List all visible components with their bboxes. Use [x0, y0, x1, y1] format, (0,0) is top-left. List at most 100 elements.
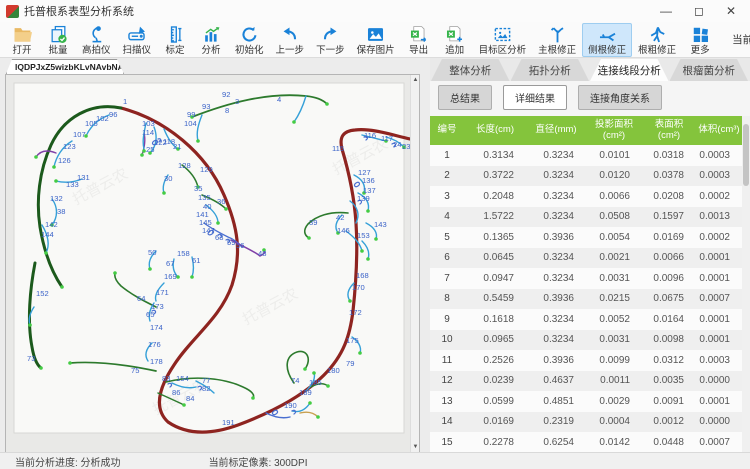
image-filename-tab[interactable]: lQDPJxZ5wizbKLvNAvbNA4... — [6, 59, 124, 74]
minimize-button[interactable]: — — [660, 5, 672, 17]
segment-number-label: 83 — [162, 374, 170, 383]
table-cell: 4 — [430, 207, 464, 228]
result-button-1[interactable]: 详细结果 — [503, 85, 567, 110]
table-cell: 0.0001 — [696, 391, 742, 412]
table-cell: 15 — [430, 432, 464, 453]
toolbar-open-button[interactable]: 打开 — [4, 23, 40, 57]
segment-number-label: 190 — [284, 401, 297, 410]
scanner-icon — [127, 25, 146, 44]
table-header-row: 编号长度(cm)直径(mm)投影面积 (cm²)表面积(cm²)体积(cm³) — [430, 116, 742, 145]
toolbar-open-label: 打开 — [12, 46, 31, 56]
table-row[interactable]: 120.02390.46370.00110.00350.0000 — [430, 371, 742, 392]
toolbar-main-root-fix-button[interactable]: 主根修正 — [532, 23, 582, 57]
segment-number-label: 146 — [337, 226, 350, 235]
segment-number-label: 191 — [222, 418, 235, 427]
image-scrollbar[interactable]: ▲ ▼ — [410, 75, 419, 452]
toolbar-scanner-label: 扫描仪 — [123, 46, 152, 56]
toolbar-analyze-button[interactable]: 分析 — [193, 23, 229, 57]
toolbar-root-width-fix-button[interactable]: 根粗修正 — [632, 23, 682, 57]
analyze-chart-icon — [202, 25, 221, 44]
toolbar-more-button[interactable]: 更多 — [682, 23, 718, 57]
toolbar-scanner-button[interactable]: 扫描仪 — [117, 23, 158, 57]
toolbar-lateral-root-fix-button[interactable]: 侧根修正 — [582, 23, 632, 57]
table-row[interactable]: 80.54590.39360.02150.06750.0007 — [430, 289, 742, 310]
table-cell: 0.1597 — [642, 207, 696, 228]
table-cell: 0.0239 — [464, 371, 526, 392]
analysis-progress-status: 当前分析进度: 分析成功 — [15, 454, 121, 469]
segment-number-label: 153 — [357, 231, 370, 240]
toolbar-prev-step-button[interactable]: 上一步 — [270, 23, 311, 57]
undo-arrow-icon — [280, 25, 299, 44]
table-cell: 0.0004 — [586, 412, 642, 433]
segment-number-label: 59 — [227, 238, 235, 247]
table-row[interactable]: 20.37220.32340.01200.03780.0003 — [430, 166, 742, 187]
analysis-panel: 整体分析拓扑分析连接线段分析根瘤菌分析 总结果详细结果连接角度关系 编号长度(c… — [430, 58, 750, 453]
target-area-icon — [493, 25, 512, 44]
close-button[interactable]: ✕ — [726, 5, 736, 17]
table-cell: 0.0120 — [586, 166, 642, 187]
toolbar-doc-camera-button[interactable]: 高拍仪 — [76, 23, 117, 57]
toolbar-export-button[interactable]: 导出 — [401, 23, 437, 57]
toolbar-prev-step-label: 上一步 — [276, 46, 305, 56]
table-scrollbar[interactable] — [742, 116, 750, 453]
tab-analysis-2[interactable]: 连接线段分析 — [590, 59, 669, 81]
table-cell: 10 — [430, 330, 464, 351]
segment-number-label: 174 — [150, 323, 163, 332]
table-cell: 0.0645 — [464, 248, 526, 269]
table-cell: 0.3234 — [526, 268, 586, 289]
table-cell: 0.4637 — [526, 371, 586, 392]
table-cell: 0.0001 — [696, 330, 742, 351]
toolbar-save-image-button[interactable]: 保存图片 — [351, 23, 401, 57]
segment-number-label: 116 — [364, 131, 376, 140]
table-row[interactable]: 41.57220.32340.05080.15970.0013 — [430, 207, 742, 228]
scroll-up-icon[interactable]: ▲ — [411, 75, 420, 85]
toolbar-append-button[interactable]: 追加 — [437, 23, 473, 57]
table-row[interactable]: 70.09470.32340.00310.00960.0001 — [430, 268, 742, 289]
result-button-2[interactable]: 连接角度关系 — [578, 85, 662, 110]
table-cell: 0.0448 — [642, 432, 696, 453]
tab-analysis-3[interactable]: 根瘤菌分析 — [670, 59, 749, 81]
toolbar-target-area-label: 目标区分析 — [479, 46, 527, 56]
table-cell: 0.0021 — [586, 248, 642, 269]
folder-icon — [13, 25, 32, 44]
segment-number-label: 73 — [27, 354, 35, 363]
table-row[interactable]: 90.16180.32340.00520.01640.0001 — [430, 309, 742, 330]
toolbar-batch-label: 批量 — [48, 46, 67, 56]
segment-number-label: 93 — [202, 102, 210, 111]
table-cell: 0.0098 — [642, 330, 696, 351]
table-row[interactable]: 110.25260.39360.00990.03120.0003 — [430, 350, 742, 371]
toolbar-target-area-button[interactable]: 目标区分析 — [473, 23, 533, 57]
toolbar-batch-button[interactable]: 批量 — [40, 23, 76, 57]
table-cell: 0.3234 — [526, 330, 586, 351]
table-scrollbar-thumb[interactable] — [743, 124, 749, 186]
table-cell: 0.0003 — [696, 350, 742, 371]
table-cell: 0.1618 — [464, 309, 526, 330]
table-cell: 0.0965 — [464, 330, 526, 351]
result-button-0[interactable]: 总结果 — [438, 85, 492, 110]
tab-analysis-0[interactable]: 整体分析 — [431, 59, 510, 81]
result-table-wrap: 编号长度(cm)直径(mm)投影面积 (cm²)表面积(cm²)体积(cm³) … — [430, 116, 742, 453]
table-row[interactable]: 130.05990.48510.00290.00910.0001 — [430, 391, 742, 412]
tab-analysis-1[interactable]: 拓扑分析 — [511, 59, 590, 81]
root-image-canvas[interactable]: 托普云农托普云农托普云农托普云农 19610210510712312613113… — [6, 75, 410, 452]
scroll-down-icon[interactable]: ▼ — [411, 442, 420, 452]
table-row[interactable]: 140.01690.23190.00040.00120.0000 — [430, 412, 742, 433]
restore-button[interactable]: ◻ — [694, 5, 704, 17]
table-cell: 0.4851 — [526, 391, 586, 412]
table-cell: 0.0002 — [696, 227, 742, 248]
segment-number-label: 65 — [146, 310, 154, 319]
table-row[interactable]: 30.20480.32340.00660.02080.0002 — [430, 186, 742, 207]
table-row[interactable]: 60.06450.32340.00210.00660.0001 — [430, 248, 742, 269]
table-cell: 0.0096 — [642, 268, 696, 289]
toolbar-calibrate-button[interactable]: 标定 — [157, 23, 193, 57]
toolbar-initialize-button[interactable]: 初始化 — [229, 23, 270, 57]
toolbar-initialize-label: 初始化 — [235, 46, 264, 56]
table-row[interactable]: 10.31340.32340.01010.03180.0003 — [430, 145, 742, 166]
table-row[interactable]: 50.13650.39360.00540.01690.0002 — [430, 227, 742, 248]
segment-number-label: 25 — [146, 145, 154, 154]
toolbar-next-step-button[interactable]: 下一步 — [310, 23, 351, 57]
table-row[interactable]: 150.22780.62540.01420.04480.0007 — [430, 432, 742, 453]
table-cell: 0.0007 — [696, 432, 742, 453]
table-row[interactable]: 100.09650.32340.00310.00980.0001 — [430, 330, 742, 351]
toolbar-lateral-root-fix-label: 侧根修正 — [588, 46, 626, 56]
